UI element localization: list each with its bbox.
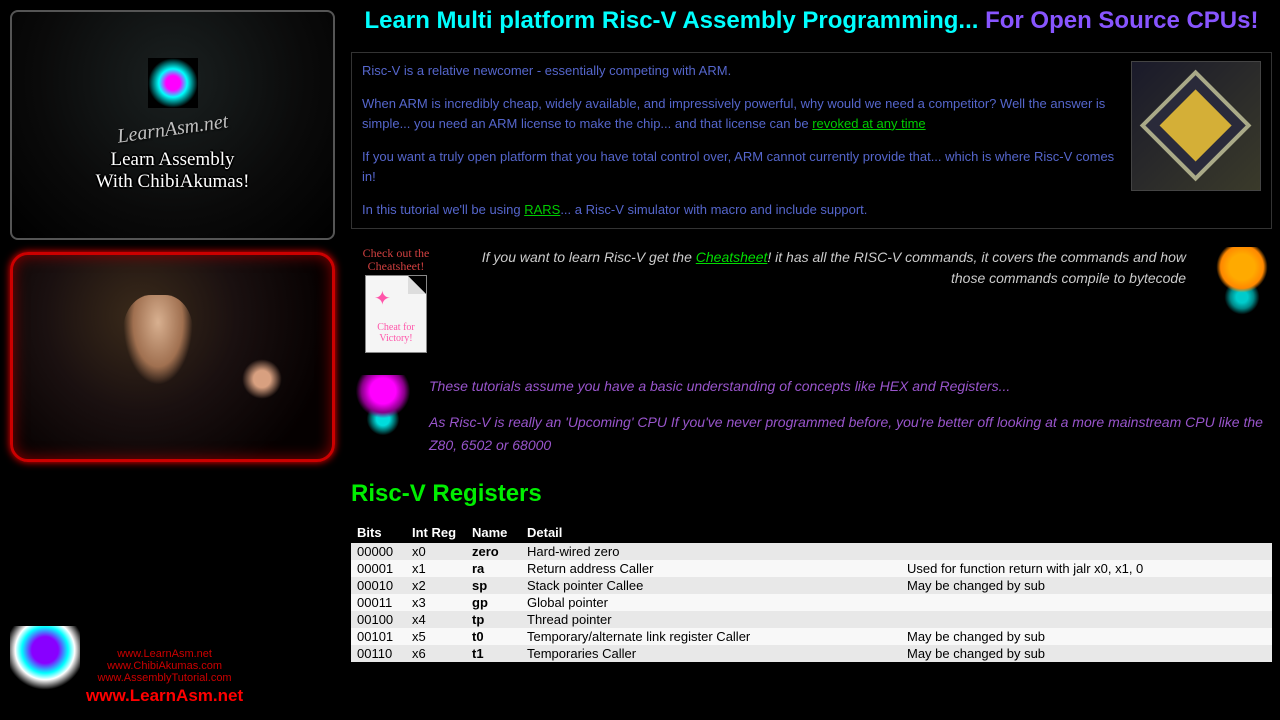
registers-table: Bits Int Reg Name Detail 00000x0zeroHard… xyxy=(351,522,1272,662)
table-row: 00101x5t0Temporary/alternate link regist… xyxy=(351,628,1272,645)
cell-detail: Return address Caller xyxy=(521,560,901,577)
presenter-hand-icon xyxy=(242,359,282,399)
cell-bits: 00000 xyxy=(351,543,406,560)
table-header-row: Bits Int Reg Name Detail xyxy=(351,522,1272,543)
cheatsheet-callout: Check out theCheatsheet! ✦ Cheat forVict… xyxy=(351,247,1272,353)
link-rars[interactable]: RARS xyxy=(524,202,560,217)
cheatsheet-icon-block: Check out theCheatsheet! ✦ Cheat forVict… xyxy=(351,247,441,353)
intro-p1: Risc-V is a relative newcomer - essentia… xyxy=(362,61,1121,81)
table-row: 00001x1raReturn address CallerUsed for f… xyxy=(351,560,1272,577)
th-name: Name xyxy=(466,522,521,543)
tips-callout: These tutorials assume you have a basic … xyxy=(351,375,1272,456)
cell-note xyxy=(901,611,1272,628)
cell-reg: x1 xyxy=(406,560,466,577)
cell-bits: 00011 xyxy=(351,594,406,611)
cell-reg: x2 xyxy=(406,577,466,594)
cell-reg: x3 xyxy=(406,594,466,611)
intro-p2: When ARM is incredibly cheap, widely ava… xyxy=(362,94,1121,133)
cell-name: t0 xyxy=(466,628,521,645)
presenter-face-icon xyxy=(123,295,193,385)
cell-bits: 00010 xyxy=(351,577,406,594)
footer-links: www.LearnAsm.net www.ChibiAkumas.com www… xyxy=(86,648,243,706)
table-row: 00110x6t1Temporaries CallerMay be change… xyxy=(351,645,1272,662)
cell-bits: 00100 xyxy=(351,611,406,628)
cell-reg: x4 xyxy=(406,611,466,628)
intro-p4: In this tutorial we'll be using RARS... … xyxy=(362,200,1121,220)
th-intreg: Int Reg xyxy=(406,522,466,543)
logo-sprite-icon xyxy=(148,58,198,108)
section-title-registers: Risc-V Registers xyxy=(351,480,1272,508)
doc-icon-text: Cheat forVictory! xyxy=(366,322,426,344)
link-cheatsheet[interactable]: Cheatsheet xyxy=(696,249,768,265)
footer-link[interactable]: www.LearnAsm.net xyxy=(117,648,212,660)
th-detail: Detail xyxy=(521,522,901,543)
intro-p3: If you want a truly open platform that y… xyxy=(362,147,1121,186)
intro-text: Risc-V is a relative newcomer - essentia… xyxy=(362,61,1121,220)
footer-link[interactable]: www.AssemblyTutorial.com xyxy=(98,672,232,684)
logo-banner[interactable]: LearnAsm.net Learn Assembly With ChibiAk… xyxy=(10,10,335,240)
cell-detail: Temporaries Caller xyxy=(521,645,901,662)
cheat-label: Check out theCheatsheet! xyxy=(351,247,441,273)
cell-detail: Temporary/alternate link register Caller xyxy=(521,628,901,645)
cell-note: Used for function return with jalr x0, x… xyxy=(901,560,1272,577)
cell-reg: x0 xyxy=(406,543,466,560)
tips-p1: These tutorials assume you have a basic … xyxy=(429,375,1272,397)
cell-name: t1 xyxy=(466,645,521,662)
sidebar: LearnAsm.net Learn Assembly With ChibiAk… xyxy=(0,0,345,720)
cell-note: May be changed by sub xyxy=(901,645,1272,662)
cell-reg: x5 xyxy=(406,628,466,645)
footer-sprite-icon xyxy=(10,626,80,706)
logo-brand-text: LearnAsm.net xyxy=(116,110,230,148)
footer-main-url: www.LearnAsm.net xyxy=(86,686,243,706)
tips-text: These tutorials assume you have a basic … xyxy=(429,375,1272,456)
table-row: 00011x3gpGlobal pointer xyxy=(351,594,1272,611)
cell-reg: x6 xyxy=(406,645,466,662)
cell-name: zero xyxy=(466,543,521,560)
cell-note xyxy=(901,594,1272,611)
page-title: Learn Multi platform Risc-V Assembly Pro… xyxy=(351,4,1272,38)
video-thumbnail[interactable] xyxy=(10,252,335,462)
cell-name: gp xyxy=(466,594,521,611)
logo-tagline: Learn Assembly With ChibiAkumas! xyxy=(96,149,250,193)
cell-detail: Global pointer xyxy=(521,594,901,611)
table-row: 00010x2spStack pointer CalleeMay be chan… xyxy=(351,577,1272,594)
document-icon[interactable]: ✦ Cheat forVictory! xyxy=(365,275,427,353)
table-row: 00000x0zeroHard-wired zero xyxy=(351,543,1272,560)
cell-detail: Stack pointer Callee xyxy=(521,577,901,594)
cell-name: tp xyxy=(466,611,521,628)
mascot-left-icon xyxy=(351,375,415,455)
cell-note: May be changed by sub xyxy=(901,577,1272,594)
cell-detail: Thread pointer xyxy=(521,611,901,628)
star-icon: ✦ xyxy=(374,286,391,311)
th-bits: Bits xyxy=(351,522,406,543)
table-row: 00100x4tpThread pointer xyxy=(351,611,1272,628)
title-part-2: For Open Source CPUs! xyxy=(985,7,1258,34)
tips-p2: As Risc-V is really an 'Upcoming' CPU If… xyxy=(429,411,1272,456)
cell-bits: 00110 xyxy=(351,645,406,662)
cell-detail: Hard-wired zero xyxy=(521,543,901,560)
sidebar-footer: www.LearnAsm.net www.ChibiAkumas.com www… xyxy=(10,626,335,710)
cell-note xyxy=(901,543,1272,560)
intro-box: Risc-V is a relative newcomer - essentia… xyxy=(351,52,1272,229)
cell-note: May be changed by sub xyxy=(901,628,1272,645)
cell-bits: 00101 xyxy=(351,628,406,645)
cell-name: sp xyxy=(466,577,521,594)
cheatsheet-text: If you want to learn Risc-V get the Chea… xyxy=(461,247,1192,289)
cell-bits: 00001 xyxy=(351,560,406,577)
th-note xyxy=(901,522,1272,543)
title-part-1: Learn Multi platform Risc-V Assembly Pro… xyxy=(365,7,986,34)
main-content: Learn Multi platform Risc-V Assembly Pro… xyxy=(345,0,1280,720)
footer-link[interactable]: www.ChibiAkumas.com xyxy=(107,660,222,672)
link-revoked[interactable]: revoked at any time xyxy=(812,116,925,131)
mascot-right-icon xyxy=(1212,247,1272,347)
cell-name: ra xyxy=(466,560,521,577)
cpu-chip-image xyxy=(1131,61,1261,191)
